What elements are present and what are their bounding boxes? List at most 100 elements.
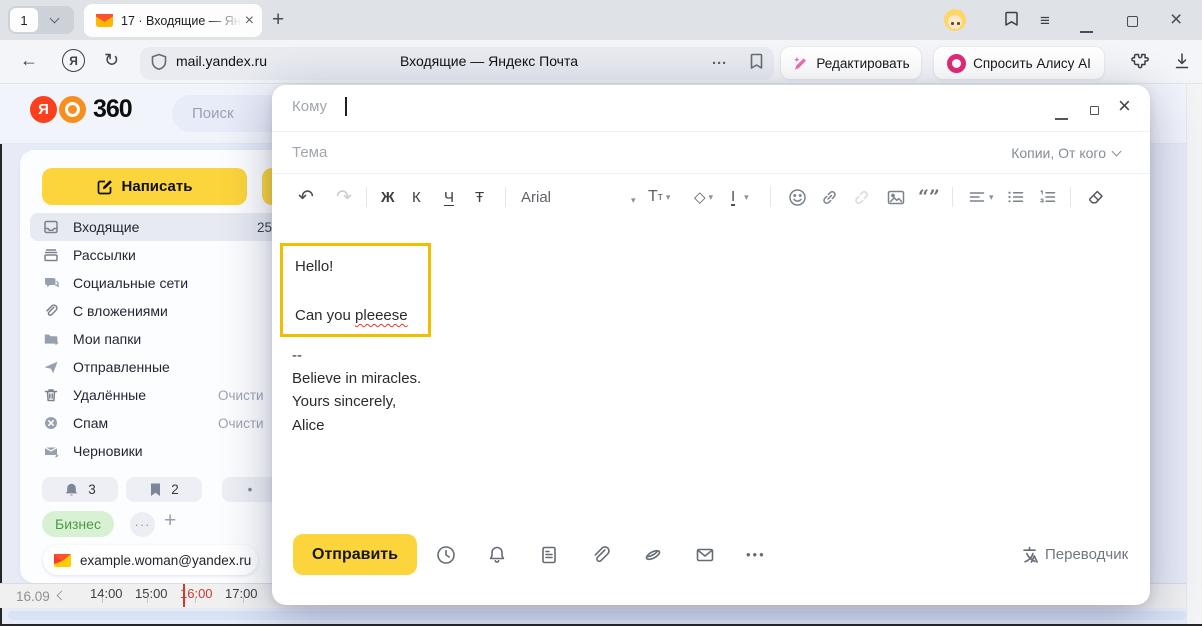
clear-trash-link[interactable]: Очисти	[218, 388, 264, 403]
bookmark-badge-icon	[149, 482, 162, 497]
compose-restore-icon[interactable]	[1090, 102, 1099, 120]
eraser-icon[interactable]	[1086, 186, 1105, 208]
sidebar-item-attachments[interactable]: С вложениями	[30, 297, 280, 325]
add-tag-button[interactable]: +	[164, 509, 176, 533]
font-size-select[interactable]: Tт▾	[648, 186, 670, 208]
window-close-icon[interactable]: ×	[1170, 8, 1182, 32]
drafts-icon	[43, 443, 59, 459]
minimize-button[interactable]	[1080, 20, 1093, 38]
sidebar-item-inbox[interactable]: Входящие 25	[30, 213, 280, 241]
compose-minimize-icon[interactable]	[1055, 107, 1068, 125]
panel-bookmark-icon[interactable]	[1002, 9, 1021, 34]
folder-arrow-icon	[43, 331, 59, 347]
underline-button[interactable]: Ч	[444, 186, 454, 208]
compose-more-icon[interactable]: •••	[746, 547, 766, 562]
text-color-button[interactable]: I▾	[731, 186, 749, 208]
paperclip-icon	[43, 303, 59, 319]
redo-icon[interactable]: ↷	[336, 186, 352, 208]
shield-icon[interactable]	[150, 52, 168, 77]
translator-icon[interactable]	[1020, 545, 1042, 567]
envelope-icon[interactable]	[694, 544, 716, 566]
signature-line[interactable]: Yours sincerely,	[292, 393, 396, 410]
yandex-logo-icon[interactable]: Я	[30, 96, 57, 123]
search-placeholder: Поиск	[192, 105, 234, 122]
template-icon[interactable]	[538, 544, 560, 566]
logo-360-icon[interactable]	[59, 96, 86, 123]
compose-close-icon[interactable]: ×	[1118, 93, 1131, 119]
download-icon[interactable]	[1172, 51, 1192, 76]
quote-icon[interactable]: “”	[918, 186, 940, 208]
numbered-list-icon[interactable]	[1038, 186, 1057, 208]
profile-avatar[interactable]	[944, 9, 966, 31]
undo-icon[interactable]: ↶	[298, 186, 314, 208]
reload-button[interactable]: ↻	[104, 50, 119, 71]
edit-page-button[interactable]: Редактировать	[780, 46, 922, 80]
align-icon[interactable]: ▾	[968, 186, 994, 208]
translator-label[interactable]: Переводчик	[1045, 546, 1128, 563]
strikethrough-button[interactable]: Ŧ	[475, 186, 484, 208]
chevron-down-icon[interactable]: ▾	[631, 189, 636, 211]
yandex-disk-icon[interactable]	[642, 544, 664, 566]
account-switcher[interactable]: example.woman@yandex.ru	[43, 545, 258, 575]
signature-separator[interactable]: --	[292, 347, 302, 364]
sidebar-item-my-folders[interactable]: Мои папки	[30, 325, 280, 353]
signature-line[interactable]: Alice	[292, 417, 325, 434]
send-button[interactable]: Отправить	[293, 534, 417, 575]
annotation-highlight-box: Hello! Can you pleeese	[280, 243, 431, 337]
sidebar-item-trash[interactable]: Удалённые Очисти	[30, 381, 280, 409]
notifications-badge[interactable]: 3	[42, 477, 118, 502]
sidebar-item-mailings[interactable]: Рассылки	[30, 241, 280, 269]
emoji-icon[interactable]	[788, 186, 807, 208]
logo-360-text[interactable]: 360	[93, 95, 132, 124]
bookmark-icon[interactable]	[748, 52, 765, 76]
font-family-select[interactable]: Arial	[521, 186, 551, 208]
tab-group-widget[interactable]: 1	[8, 6, 74, 34]
misspelled-word[interactable]: pleeese	[355, 307, 408, 324]
cc-from-link[interactable]: Копии, От кого	[1011, 145, 1120, 161]
tab-close-icon[interactable]: ×	[245, 13, 254, 29]
bullet-list-icon[interactable]	[1006, 186, 1025, 208]
bookmarks-badge[interactable]: 2	[126, 477, 202, 502]
new-tab-button[interactable]: +	[272, 8, 284, 32]
attach-file-icon[interactable]	[590, 544, 612, 566]
tab-active[interactable]: 17 · Входящие — Яндек ×	[84, 4, 262, 37]
extensions-puzzle-icon[interactable]	[1128, 50, 1150, 77]
bold-button[interactable]: Ж	[381, 186, 395, 208]
sidebar-item-drafts[interactable]: Черновики	[30, 437, 280, 465]
dot-badge[interactable]: •	[222, 477, 278, 502]
subject-field[interactable]: Тема	[292, 144, 327, 161]
maximize-button[interactable]	[1127, 14, 1138, 32]
italic-button[interactable]: К	[412, 186, 421, 208]
insert-image-icon[interactable]	[886, 186, 906, 208]
spam-icon	[43, 415, 59, 431]
ask-alice-button[interactable]: Спросить Алису AI	[933, 46, 1105, 80]
horizontal-scrollbar[interactable]	[8, 611, 1186, 620]
to-field[interactable]: Кому	[292, 98, 327, 115]
sidebar-item-social[interactable]: Социальные сети	[30, 269, 280, 297]
vertical-scrollbar[interactable]	[1186, 84, 1202, 624]
sidebar-item-sent[interactable]: Отправленные	[30, 353, 280, 381]
clear-spam-link[interactable]: Очисти	[218, 416, 264, 431]
signature-line[interactable]: Believe in miracles.	[292, 370, 421, 387]
tag-more-button[interactable]: ···	[130, 512, 155, 537]
text-cursor	[345, 97, 347, 116]
link-icon[interactable]	[820, 186, 839, 208]
compose-button[interactable]: Написать	[42, 168, 247, 205]
notify-bell-icon[interactable]	[486, 544, 508, 566]
tag-business[interactable]: Бизнес	[42, 511, 114, 537]
tab-group-count[interactable]: 1	[10, 8, 38, 32]
menu-icon[interactable]: ≡	[1040, 11, 1050, 31]
sidebar-item-spam[interactable]: Спам Очисти	[30, 409, 280, 437]
chevron-down-icon[interactable]	[50, 14, 60, 24]
highlight-color-button[interactable]: ◇▾	[694, 186, 713, 208]
body-greeting[interactable]: Hello!	[295, 258, 333, 275]
yandex-button[interactable]: Я	[62, 49, 85, 72]
address-more-icon[interactable]: ···	[712, 55, 727, 72]
url-text[interactable]: mail.yandex.ru	[176, 53, 267, 69]
search-input[interactable]: Поиск	[172, 95, 282, 132]
schedule-send-icon[interactable]	[435, 544, 457, 566]
unlink-icon[interactable]	[852, 186, 871, 208]
chevron-down-icon	[1112, 146, 1122, 156]
back-button[interactable]: ←	[20, 50, 38, 71]
body-request[interactable]: Can you pleeese	[295, 307, 408, 324]
